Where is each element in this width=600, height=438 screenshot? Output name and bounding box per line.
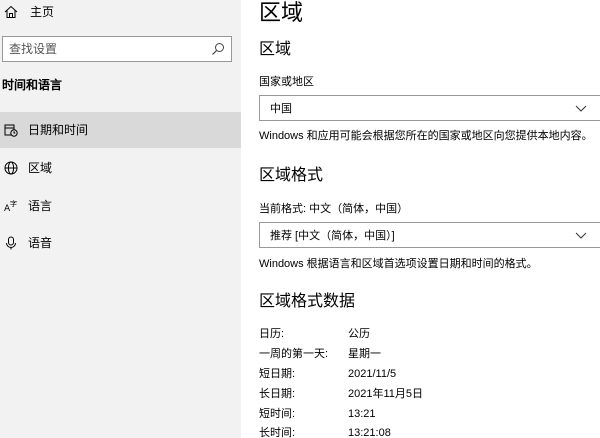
sidebar-item-label: 日期和时间 bbox=[28, 123, 89, 137]
search-box[interactable] bbox=[2, 36, 232, 62]
globe-icon bbox=[4, 161, 18, 175]
chevron-down-icon bbox=[575, 232, 587, 239]
format-data-row: 长日期: 2021年11月5日 bbox=[259, 387, 599, 405]
home-icon bbox=[4, 5, 18, 18]
sidebar-item-date-time[interactable]: 日期和时间 bbox=[0, 112, 241, 148]
format-data-value: 星期一 bbox=[348, 348, 381, 360]
format-data-value: 13:21 bbox=[348, 408, 376, 420]
sidebar-item-speech[interactable]: 语音 bbox=[0, 225, 241, 261]
sidebar: 主页 时间和语言 日期和时间 区域 A 字 语言 bbox=[0, 0, 241, 438]
format-data-key: 短时间: bbox=[259, 408, 296, 420]
format-data-key: 日历: bbox=[259, 328, 285, 340]
country-value: 中国 bbox=[270, 103, 292, 115]
search-icon[interactable] bbox=[211, 42, 225, 56]
format-data-key: 一周的第一天: bbox=[259, 348, 329, 360]
main-content: 区域 区域 国家或地区 中国 Windows 和应用可能会根据您所在的国家或地区… bbox=[258, 0, 600, 438]
format-data-row: 短时间: 13:21 bbox=[259, 407, 599, 425]
format-dropdown[interactable]: 推荐 [中文（简体，中国）] bbox=[259, 222, 600, 248]
format-data-value: 13:21:08 bbox=[348, 427, 391, 438]
sidebar-item-label: 语音 bbox=[28, 236, 53, 250]
home-label: 主页 bbox=[30, 5, 55, 19]
svg-text:字: 字 bbox=[10, 199, 17, 208]
language-icon: A 字 bbox=[4, 199, 17, 213]
chevron-down-icon bbox=[575, 105, 587, 112]
search-input[interactable] bbox=[9, 41, 204, 57]
format-value: 推荐 [中文（简体，中国）] bbox=[270, 230, 395, 242]
calendar-clock-icon bbox=[4, 124, 18, 137]
current-format-label: 当前格式: 中文（简体，中国） bbox=[259, 203, 409, 215]
country-dropdown[interactable]: 中国 bbox=[259, 95, 600, 121]
format-data-row: 日历: 公历 bbox=[259, 327, 599, 345]
format-data-heading: 区域格式数据 bbox=[259, 293, 356, 310]
region-heading: 区域 bbox=[259, 41, 292, 58]
format-data-value: 公历 bbox=[348, 328, 370, 340]
country-label: 国家或地区 bbox=[259, 76, 314, 88]
format-data-key: 长日期: bbox=[259, 388, 296, 400]
section-title: 时间和语言 bbox=[2, 78, 63, 92]
format-data-row: 一周的第一天: 星期一 bbox=[259, 347, 599, 365]
country-description: Windows 和应用可能会根据您所在的国家或地区向您提供本地内容。 bbox=[259, 130, 593, 142]
format-data-row: 长时间: 13:21:08 bbox=[259, 426, 599, 438]
sidebar-item-label: 语言 bbox=[28, 199, 53, 213]
page-title: 区域 bbox=[259, 0, 304, 25]
format-data-row: 短日期: 2021/11/5 bbox=[259, 367, 599, 385]
sidebar-item-region[interactable]: 区域 bbox=[0, 150, 241, 186]
sidebar-item-language[interactable]: A 字 语言 bbox=[0, 188, 241, 224]
format-data-key: 长时间: bbox=[259, 427, 296, 438]
format-description: Windows 根据语言和区域首选项设置日期和时间的格式。 bbox=[259, 258, 538, 270]
format-data-value: 2021年11月5日 bbox=[348, 388, 424, 400]
microphone-icon bbox=[6, 236, 16, 250]
format-data-value: 2021/11/5 bbox=[348, 368, 397, 380]
sidebar-item-label: 区域 bbox=[28, 161, 53, 175]
format-data-key: 短日期: bbox=[259, 368, 296, 380]
home-nav[interactable]: 主页 bbox=[0, 0, 241, 26]
format-heading: 区域格式 bbox=[259, 167, 324, 184]
